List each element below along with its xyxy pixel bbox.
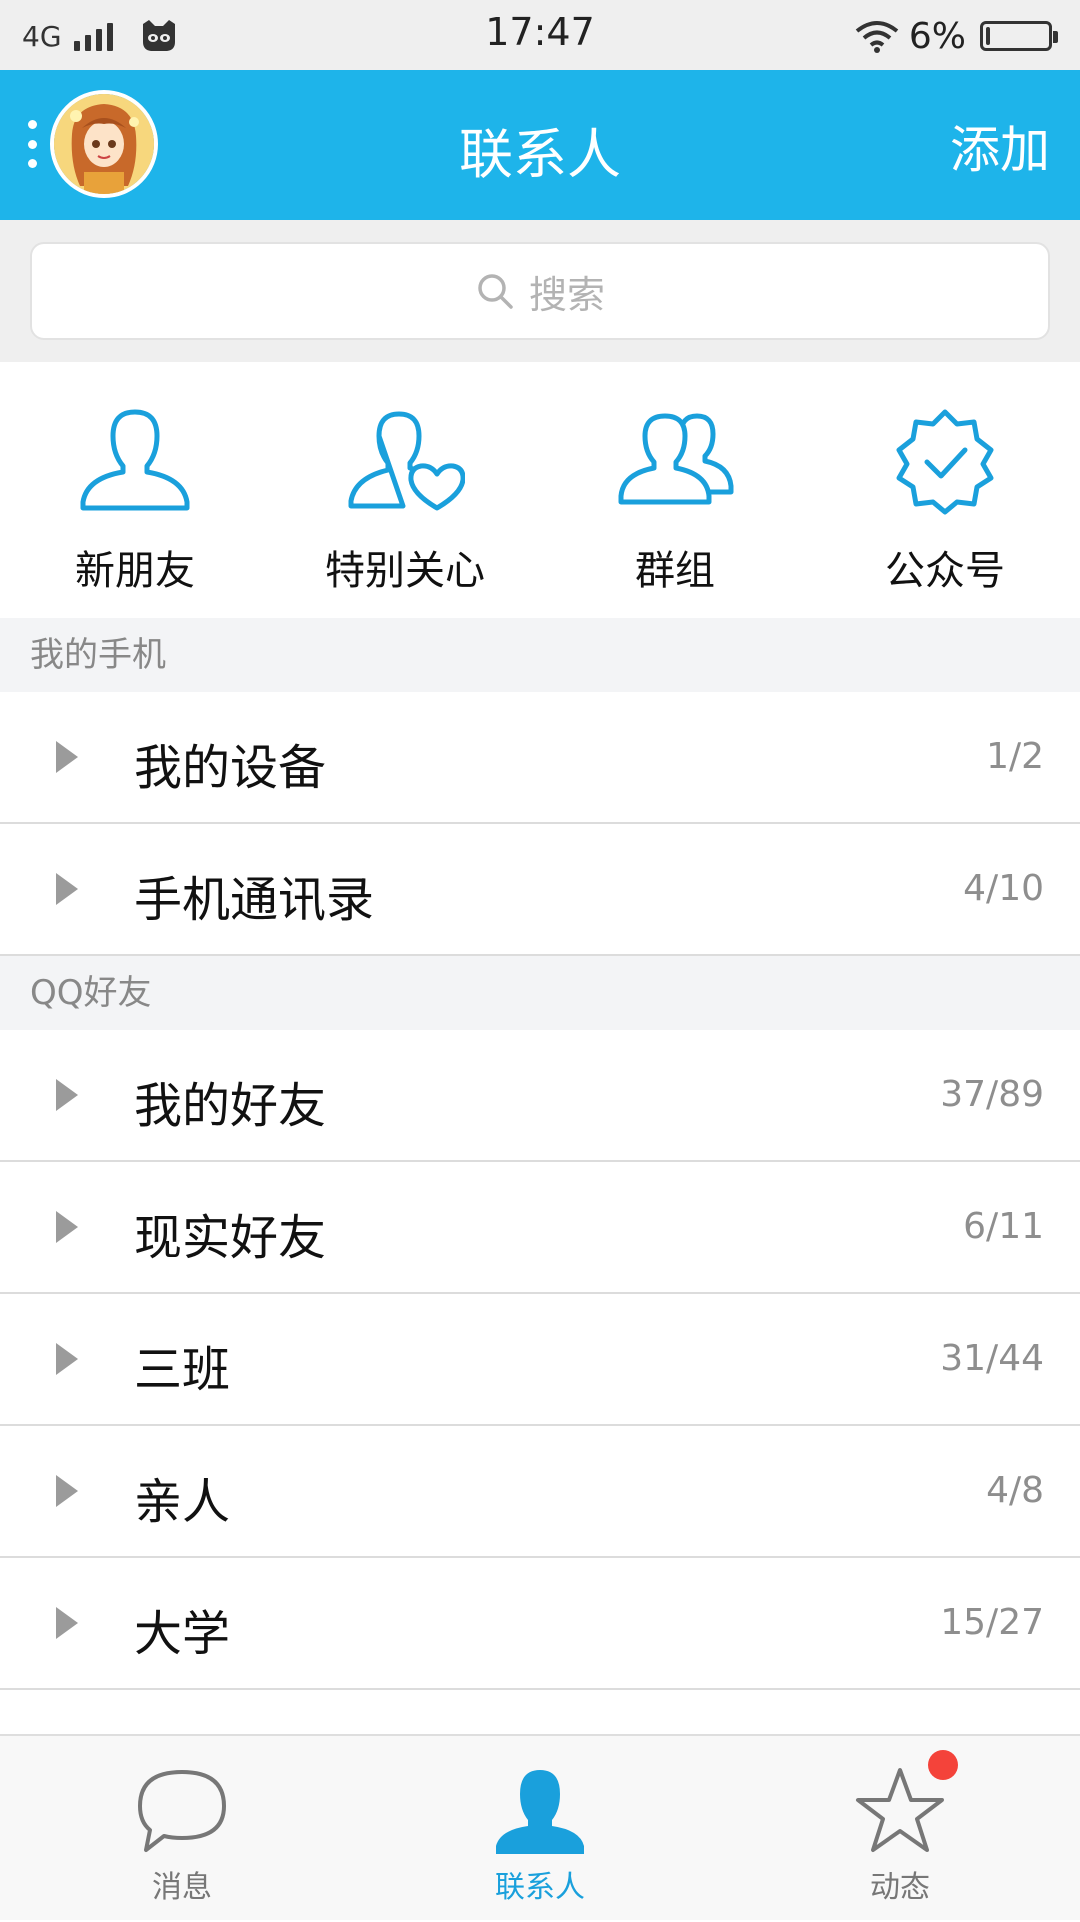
expand-arrow-icon (56, 1475, 78, 1507)
group-row[interactable]: 我的好友 37/89 (0, 1030, 1080, 1162)
group-name: 现实好友 (134, 1210, 327, 1266)
wifi-icon (855, 21, 899, 53)
verified-badge-icon (896, 409, 994, 515)
quick-entry-label: 新朋友 (75, 548, 195, 594)
contact-person-icon (496, 1770, 584, 1854)
group-row[interactable]: 亲人 4/8 (0, 1426, 1080, 1558)
page-title: 联系人 (459, 123, 621, 186)
battery-level-fill (986, 27, 990, 45)
person-icon (80, 409, 190, 511)
group-row[interactable]: 我的设备 1/2 (0, 692, 1080, 824)
group-name: 亲人 (134, 1474, 231, 1530)
group-row[interactable]: 三班 31/44 (0, 1294, 1080, 1426)
group-count: 37/89 (940, 1074, 1044, 1115)
group-name: 我的设备 (134, 740, 327, 796)
star-icon (856, 1768, 944, 1852)
tab-contacts[interactable]: 联系人 (440, 1736, 640, 1922)
tab-label: 消息 (152, 1870, 212, 1905)
quick-entry-official-accounts[interactable]: 公众号 (810, 362, 1080, 618)
quick-entry-new-friends[interactable]: 新朋友 (0, 362, 270, 618)
search-input[interactable]: 搜索 (30, 242, 1050, 340)
group-count: 4/8 (986, 1470, 1044, 1511)
group-name: 我的好友 (134, 1078, 327, 1134)
group-count: 15/27 (940, 1602, 1044, 1643)
section-header-qq-friends: QQ好友 (0, 956, 1080, 1030)
tab-moments[interactable]: 动态 (800, 1736, 1000, 1922)
battery-percentage: 6% (908, 15, 966, 57)
expand-arrow-icon (56, 1211, 78, 1243)
expand-arrow-icon (56, 741, 78, 773)
group-icon (618, 413, 734, 505)
chat-bubble-icon (138, 1770, 226, 1852)
search-placeholder: 搜索 (528, 272, 605, 317)
group-name: 大学 (134, 1606, 231, 1662)
search-icon (478, 274, 513, 309)
group-name: 手机通讯录 (134, 872, 375, 928)
group-count: 6/11 (963, 1206, 1044, 1247)
search-area: 搜索 (0, 220, 1080, 362)
bottom-nav: 消息 联系人 动态 (0, 1734, 1080, 1920)
section-header-my-phone: 我的手机 (0, 618, 1080, 692)
expand-arrow-icon (56, 1079, 78, 1111)
group-count: 4/10 (963, 868, 1044, 909)
tab-messages[interactable]: 消息 (82, 1736, 282, 1922)
expand-arrow-icon (56, 1343, 78, 1375)
quick-entries: 新朋友 特别关心 群组 公众号 (0, 362, 1080, 618)
quick-entry-groups[interactable]: 群组 (540, 362, 810, 618)
group-name: 三班 (134, 1342, 231, 1398)
quick-entry-label: 特别关心 (325, 548, 485, 594)
battery-icon (980, 21, 1058, 51)
group-count: 31/44 (940, 1338, 1044, 1379)
quick-entry-special-care[interactable]: 特别关心 (270, 362, 540, 618)
group-count: 1/2 (986, 736, 1044, 777)
quick-entry-label: 公众号 (885, 548, 1005, 594)
tab-label: 动态 (870, 1870, 930, 1905)
group-row[interactable]: 手机通讯录 4/10 (0, 824, 1080, 956)
status-right: 6% (855, 14, 1058, 58)
group-row[interactable]: 现实好友 6/11 (0, 1162, 1080, 1294)
tab-label: 联系人 (495, 1870, 585, 1905)
expand-arrow-icon (56, 873, 78, 905)
notification-badge (928, 1750, 958, 1780)
app-header: 联系人 添加 (0, 70, 1080, 220)
person-heart-icon (348, 411, 465, 511)
add-button[interactable]: 添加 (950, 110, 1050, 182)
quick-entry-label: 群组 (635, 548, 715, 594)
status-bar: 4G 17:47 6% (0, 0, 1080, 70)
group-row[interactable]: 大学 15/27 (0, 1558, 1080, 1690)
expand-arrow-icon (56, 1607, 78, 1639)
